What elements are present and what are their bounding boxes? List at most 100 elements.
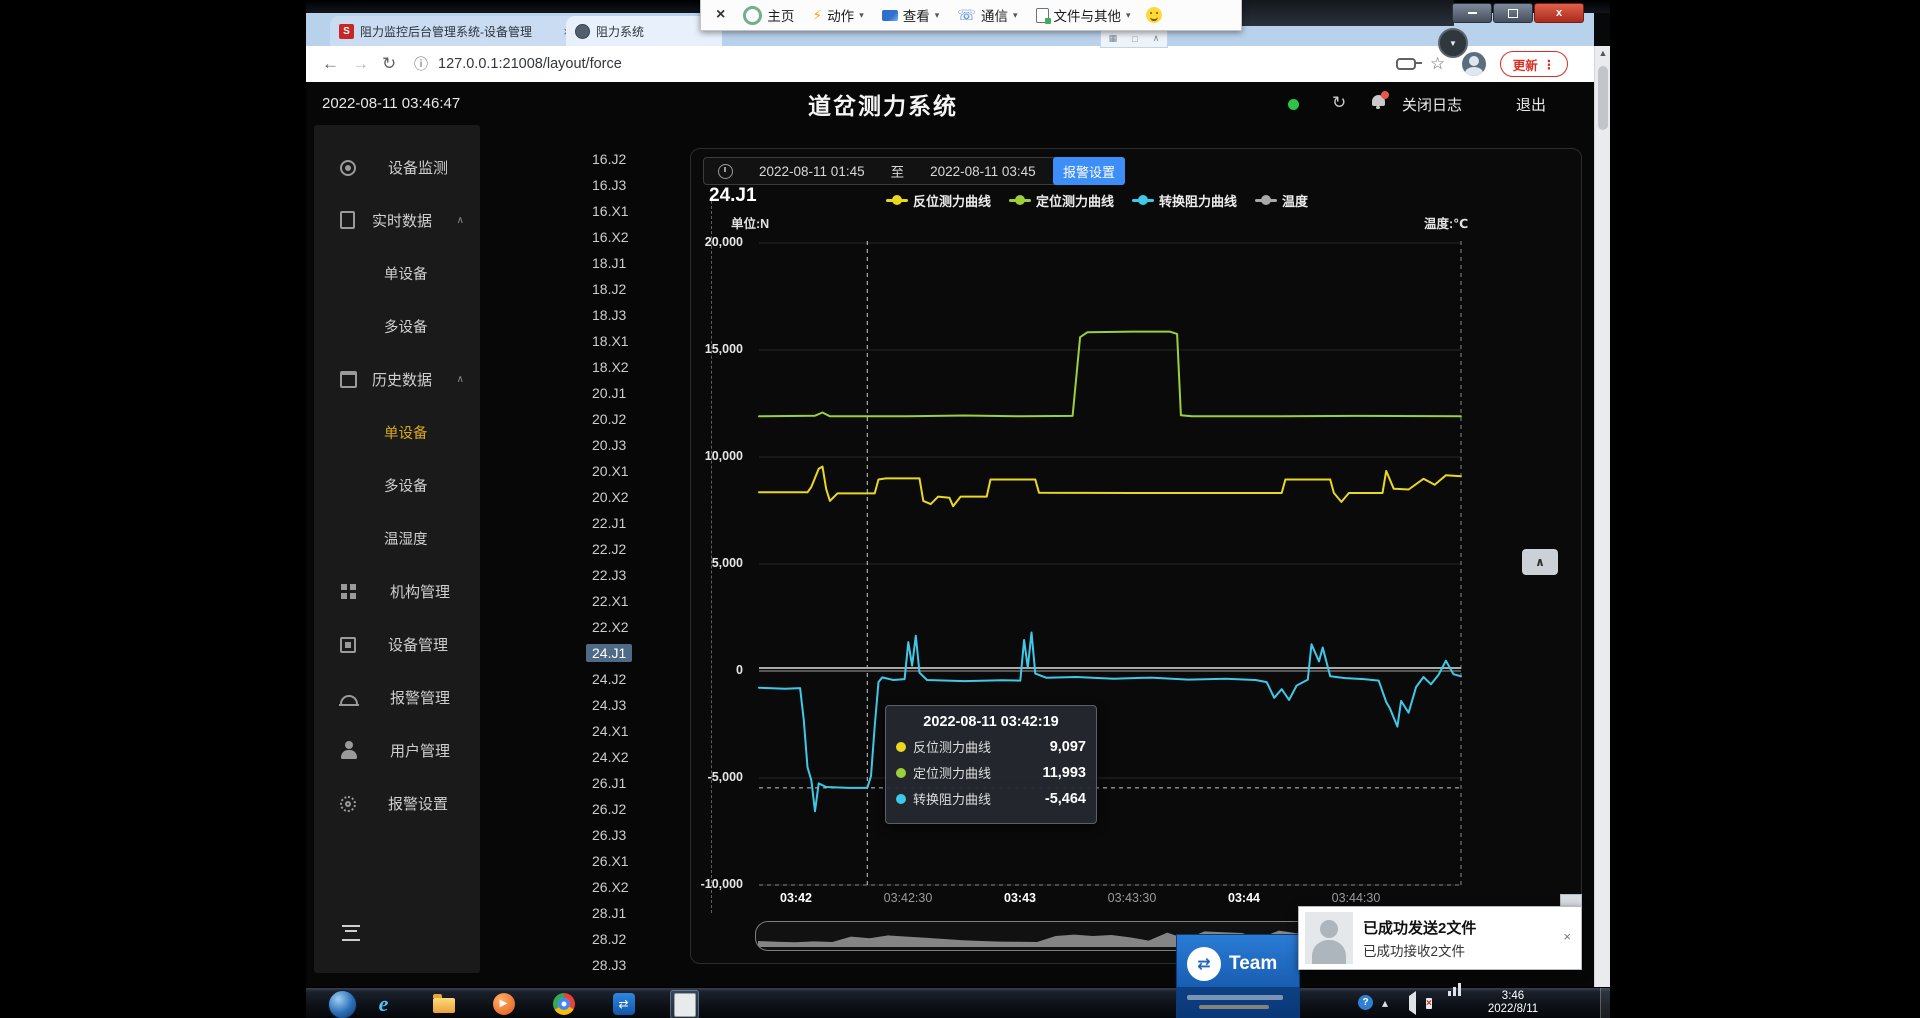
device-list-item[interactable]: 26.X1 (556, 848, 668, 874)
device-list-item[interactable]: 18.J2 (556, 276, 668, 302)
sidebar-item-0[interactable]: 设备监测 (314, 151, 480, 183)
taskbar-folder-icon[interactable] (430, 990, 457, 1017)
device-list-item[interactable]: 28.J2 (556, 926, 668, 952)
scrollbar-thumb[interactable] (1598, 66, 1608, 130)
window-minimize-button[interactable] (1452, 3, 1492, 23)
show-desktop-button[interactable] (1600, 988, 1610, 1018)
device-list-item[interactable]: 16.X1 (556, 198, 668, 224)
sidebar-item-7[interactable]: 温湿度 (314, 522, 480, 554)
scrollbar-up-arrow[interactable]: ▲ (1595, 48, 1610, 58)
forward-button[interactable]: → (352, 54, 369, 74)
notification-bell-icon[interactable] (1372, 95, 1385, 106)
device-list-item[interactable]: 22.X2 (556, 614, 668, 640)
toast-close-icon[interactable]: × (1563, 929, 1571, 944)
bookmark-star-icon[interactable]: ☆ (1430, 54, 1445, 74)
taskbar-mediaplayer-icon[interactable]: ▶ (490, 990, 517, 1017)
back-button[interactable]: ← (322, 54, 339, 74)
time-range-picker[interactable]: 2022-08-11 01:45 至 2022-08-11 03:45 (703, 157, 1101, 185)
device-list-item[interactable]: 26.J3 (556, 822, 668, 848)
session-panel-toggle[interactable]: ▼ (1438, 28, 1468, 58)
alarm-settings-button[interactable]: 报警设置 (1053, 157, 1125, 185)
expand-icon[interactable]: □ (1132, 34, 1137, 44)
taskbar-chrome-icon[interactable] (550, 990, 577, 1017)
grid-icon[interactable]: ▦ (1109, 33, 1118, 44)
time-from-value[interactable]: 2022-08-11 01:45 (759, 164, 865, 179)
start-button[interactable] (328, 990, 357, 1018)
toolbar-item-files[interactable]: 文件与其他 ▾ (1027, 0, 1140, 30)
password-key-icon[interactable] (1396, 58, 1416, 70)
legend-item-1[interactable]: 定位测力曲线 (1009, 191, 1114, 210)
site-info-icon[interactable]: ⓘ (414, 54, 428, 74)
collapse-icon[interactable]: ∧ (1153, 33, 1160, 44)
taskbar-ie-icon[interactable]: e (370, 990, 397, 1017)
device-list-item[interactable]: 24.J3 (556, 692, 668, 718)
tray-action-center-icon[interactable]: × (1426, 995, 1432, 1010)
taskbar-notepad-icon[interactable] (670, 990, 699, 1018)
device-list-item[interactable]: 20.J1 (556, 380, 668, 406)
time-to-value[interactable]: 2022-08-11 03:45 (930, 164, 1036, 179)
browser-tab-admin[interactable]: S 阻力监控后台管理系统-设备管理 × (330, 16, 580, 46)
legend-item-2[interactable]: 转换阻力曲线 (1132, 191, 1237, 210)
legend-item-0[interactable]: 反位测力曲线 (886, 191, 991, 210)
line-chart[interactable] (749, 241, 1464, 891)
feedback-smiley-icon[interactable] (1146, 7, 1162, 23)
toolbar-close-icon[interactable]: × (707, 6, 734, 24)
device-list-item[interactable]: 24.J2 (556, 666, 668, 692)
toolbar-item-view[interactable]: 查看 ▾ (873, 0, 949, 30)
logout-button[interactable]: 退出 (1516, 94, 1546, 115)
device-list-item[interactable]: 24.X2 (556, 744, 668, 770)
sidebar-item-2[interactable]: 单设备 (314, 257, 480, 289)
sidebar-item-9[interactable]: 设备管理 (314, 628, 480, 660)
device-list-item[interactable]: 16.X2 (556, 224, 668, 250)
device-list-item[interactable]: 26.J1 (556, 770, 668, 796)
device-list-item[interactable]: 28.J3 (556, 952, 668, 978)
close-log-button[interactable]: 关闭日志 (1402, 94, 1462, 115)
toolbar-item-home[interactable]: 主页 (734, 0, 803, 30)
browser-profile-avatar[interactable] (1462, 52, 1486, 76)
toolbar-mini-controls[interactable]: ▦ □ ∧ (1100, 30, 1168, 48)
device-list-item[interactable]: 28.J1 (556, 900, 668, 926)
scroll-to-top-button[interactable]: ∧ (1522, 549, 1558, 575)
sidebar-item-6[interactable]: 多设备 (314, 469, 480, 501)
device-list-item[interactable]: 22.J1 (556, 510, 668, 536)
sidebar-item-1[interactable]: 实时数据∧ (314, 204, 480, 236)
page-scrollbar[interactable]: ▲ (1594, 46, 1610, 987)
sidebar-item-10[interactable]: 报警管理 (314, 681, 480, 713)
device-list-item[interactable]: 16.J2 (556, 146, 668, 172)
tray-help-icon[interactable]: ? (1358, 995, 1373, 1010)
teamviewer-window[interactable]: ⇄ Team (1176, 934, 1300, 1018)
device-list-item[interactable]: 24.X1 (556, 718, 668, 744)
sidebar-item-12[interactable]: 报警设置 (314, 787, 480, 819)
sidebar-item-8[interactable]: 机构管理 (314, 575, 480, 607)
reload-button[interactable]: ↻ (382, 54, 396, 74)
device-list-item[interactable]: 22.J2 (556, 536, 668, 562)
window-close-button[interactable]: x (1534, 3, 1584, 23)
sidebar-item-5[interactable]: 单设备 (314, 416, 480, 448)
device-list-item[interactable]: 26.X2 (556, 874, 668, 900)
taskbar-teamviewer-icon[interactable]: ⇄ (610, 990, 637, 1017)
sidebar-item-4[interactable]: 历史数据∧ (314, 363, 480, 395)
device-list-item[interactable]: 18.J3 (556, 302, 668, 328)
browser-update-button[interactable]: 更新 ⋮ (1500, 51, 1568, 77)
sidebar-item-11[interactable]: 用户管理 (314, 734, 480, 766)
device-list-item[interactable]: 18.X2 (556, 354, 668, 380)
device-list-item[interactable]: 18.X1 (556, 328, 668, 354)
browser-tab-force[interactable]: 阻力系统 (566, 16, 722, 46)
device-list-item[interactable]: 20.J2 (556, 406, 668, 432)
device-list-item[interactable]: 20.X1 (556, 458, 668, 484)
toolbar-item-communication[interactable]: ☏ 通信 ▾ (948, 0, 1026, 30)
device-list-item[interactable]: 22.J3 (556, 562, 668, 588)
device-list-item[interactable]: 18.J1 (556, 250, 668, 276)
tray-show-hidden-icon[interactable]: ▴ (1382, 996, 1388, 1010)
collapse-menu-icon[interactable] (342, 925, 360, 941)
device-list-item[interactable]: 24.J1 (556, 640, 668, 666)
device-list-item[interactable]: 16.J3 (556, 172, 668, 198)
legend-item-3[interactable]: 温度 (1255, 191, 1308, 210)
device-list-item[interactable]: 20.X2 (556, 484, 668, 510)
device-list-item[interactable]: 20.J3 (556, 432, 668, 458)
refresh-icon[interactable]: ↻ (1332, 93, 1346, 113)
device-list-item[interactable]: 22.X1 (556, 588, 668, 614)
window-maximize-button[interactable] (1493, 3, 1533, 23)
taskbar-clock[interactable]: 3:46 2022/8/11 (1474, 990, 1552, 1017)
sidebar-item-3[interactable]: 多设备 (314, 310, 480, 342)
